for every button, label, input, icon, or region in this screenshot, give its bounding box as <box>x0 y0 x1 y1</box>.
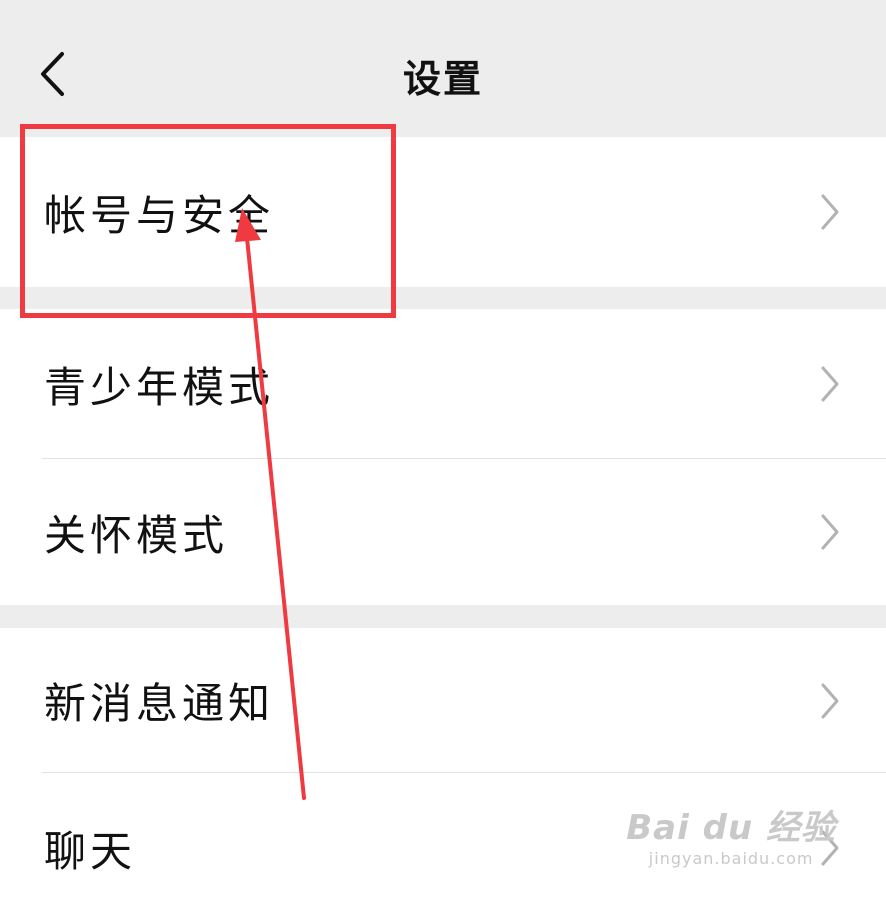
settings-item-chat[interactable]: 聊天 <box>0 773 886 923</box>
settings-item-label: 聊天 <box>44 826 137 876</box>
navigation-bar: 设置 <box>0 0 886 137</box>
chevron-right-icon <box>821 514 839 550</box>
settings-item-new-message-notification[interactable]: 新消息通知 <box>0 628 886 773</box>
settings-item-label: 青少年模式 <box>44 362 275 412</box>
settings-item-care-mode[interactable]: 关怀模式 <box>0 459 886 605</box>
settings-group-modes: 青少年模式 关怀模式 <box>0 309 886 605</box>
settings-item-label: 帐号与安全 <box>44 190 275 240</box>
settings-group-messages: 新消息通知 聊天 <box>0 628 886 923</box>
chevron-right-icon <box>821 366 839 402</box>
page-title: 设置 <box>402 57 483 101</box>
settings-item-label: 新消息通知 <box>44 679 275 728</box>
chevron-right-icon <box>821 194 839 230</box>
settings-item-account-security[interactable]: 帐号与安全 <box>0 137 886 287</box>
settings-item-label: 关怀模式 <box>44 510 229 560</box>
settings-item-youth-mode[interactable]: 青少年模式 <box>0 309 886 459</box>
chevron-right-icon <box>821 830 839 866</box>
settings-group-account: 帐号与安全 <box>0 137 886 287</box>
chevron-right-icon <box>821 683 839 718</box>
